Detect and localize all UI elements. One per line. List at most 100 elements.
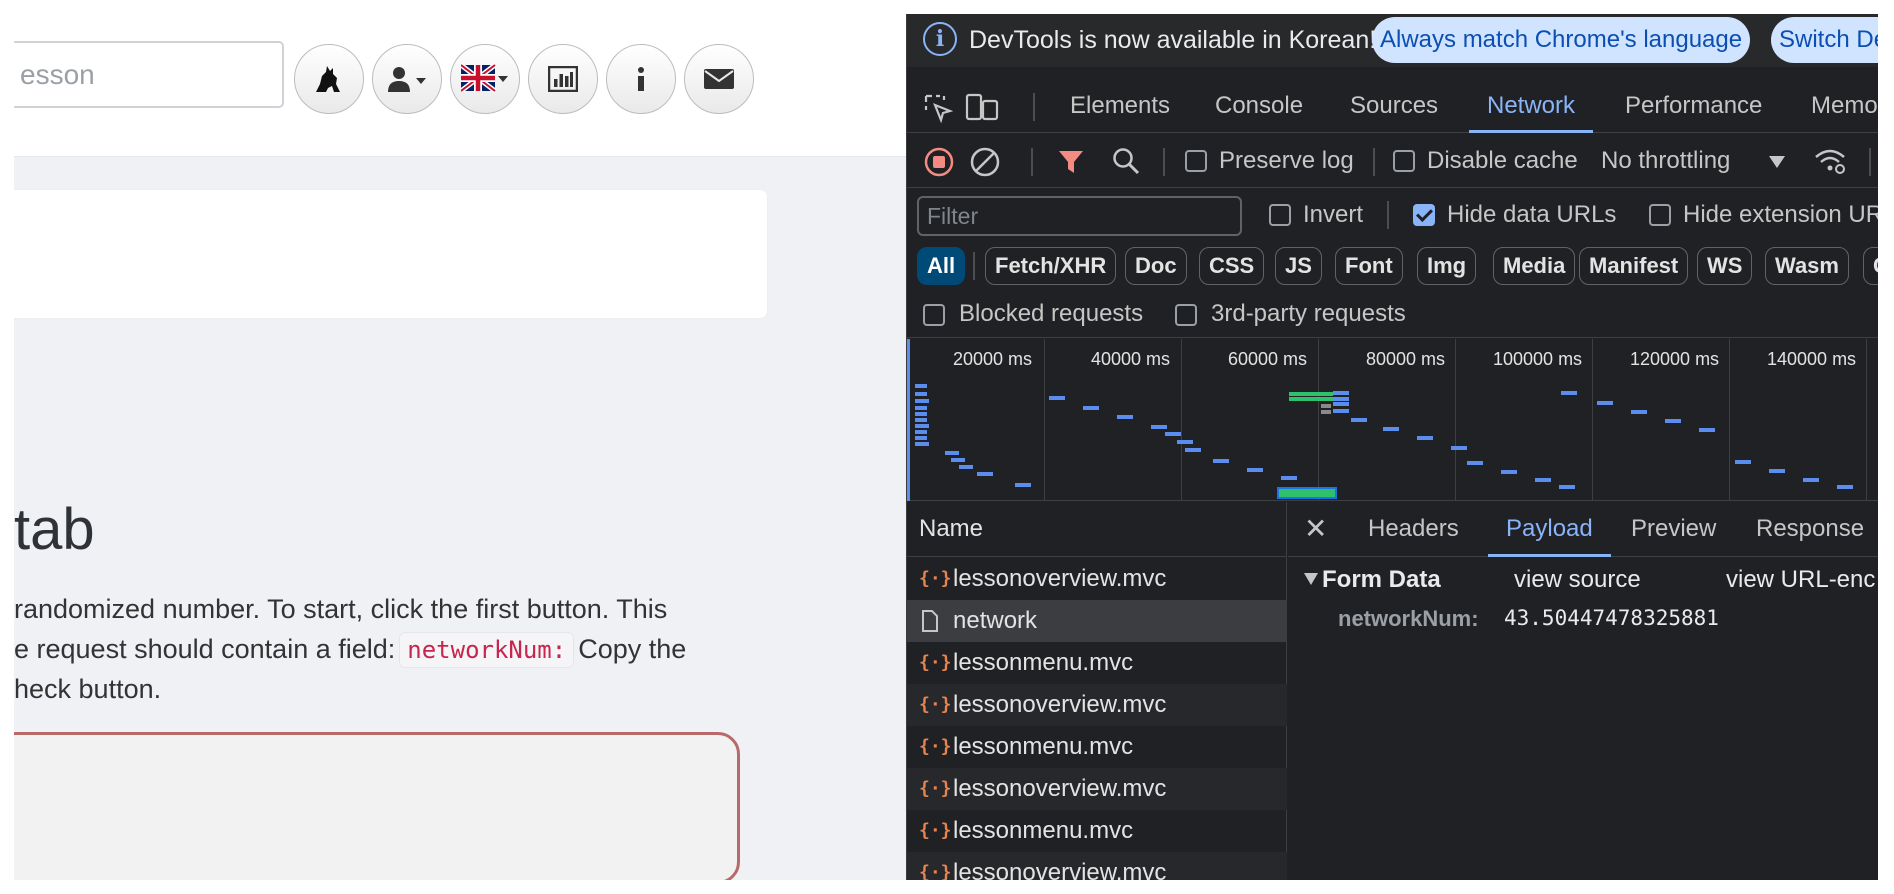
toolbar-separator-4: [1869, 148, 1871, 176]
timeline-window-handle[interactable]: [907, 339, 910, 501]
lesson-text-line-2-end: Copy the: [578, 634, 687, 664]
form-data-header[interactable]: Form Data view source view URL-enc: [1288, 560, 1878, 600]
waterfall-bar: [915, 384, 927, 388]
view-url-encoded-link[interactable]: view URL-enc: [1726, 566, 1875, 594]
waterfall-bar: [1417, 436, 1433, 440]
request-row[interactable]: {·} lessonoverview.mvc: [907, 558, 1287, 600]
type-filter-ws[interactable]: WS: [1697, 247, 1753, 285]
type-filter-media[interactable]: Media: [1493, 247, 1576, 285]
hide-data-urls-label: Hide data URLs: [1447, 201, 1617, 228]
waterfall-bar: [1631, 410, 1647, 414]
waterfall-bar: [945, 451, 959, 455]
type-filter-fetch-xhr[interactable]: Fetch/XHR: [985, 247, 1117, 285]
tab-network[interactable]: Network: [1469, 81, 1594, 133]
tab-console[interactable]: Console: [1215, 81, 1303, 133]
request-row[interactable]: {·} lessonoverview.mvc: [907, 684, 1287, 726]
xhr-braces-icon: {·}: [919, 778, 952, 799]
switch-language-button[interactable]: Switch De: [1771, 17, 1878, 63]
request-row-selected[interactable]: network: [907, 600, 1287, 642]
search-icon[interactable]: [1111, 146, 1141, 176]
clear-icon[interactable]: [969, 146, 1001, 178]
type-filter-font[interactable]: Font: [1335, 247, 1403, 285]
user-menu-button[interactable]: [372, 44, 442, 114]
tab-performance[interactable]: Performance: [1625, 81, 1762, 133]
disable-cache-checkbox[interactable]: [1393, 150, 1415, 172]
third-party-requests-checkbox[interactable]: [1175, 304, 1197, 326]
tick-line: [1318, 339, 1319, 501]
report-card-button[interactable]: [528, 44, 598, 114]
xhr-braces-icon: {·}: [919, 694, 952, 715]
waterfall-bar: [1837, 485, 1853, 489]
waterfall-bar: [1117, 415, 1133, 419]
network-conditions-icon[interactable]: [1813, 146, 1847, 176]
type-filter-all[interactable]: All: [917, 247, 966, 285]
tab-preview[interactable]: Preview: [1631, 502, 1716, 557]
view-source-link[interactable]: view source: [1514, 566, 1641, 594]
devtools-main-tabs: Elements Console Sources Network Perform…: [907, 81, 1878, 133]
about-button[interactable]: [606, 44, 676, 114]
type-filter-js[interactable]: JS: [1275, 247, 1322, 285]
tab-memory[interactable]: Memo: [1811, 81, 1878, 133]
contact-button[interactable]: [684, 44, 754, 114]
type-filter-doc[interactable]: Doc: [1125, 247, 1187, 285]
waterfall-bar: [977, 472, 993, 476]
waterfall-bar: [1321, 410, 1331, 414]
filter-row: Invert Hide data URLs Hide extension UR: [907, 189, 1878, 241]
hide-extension-urls-checkbox[interactable]: [1649, 204, 1671, 226]
waterfall-bar: [1535, 478, 1551, 482]
preserve-log-checkbox[interactable]: [1185, 150, 1207, 172]
toolbar-separator: [1031, 148, 1033, 176]
name-column-header[interactable]: Name: [907, 502, 1287, 557]
invert-label: Invert: [1303, 201, 1364, 228]
waterfall-bar: [1321, 404, 1331, 408]
request-row[interactable]: {·} lessonmenu.mvc: [907, 726, 1287, 768]
tick-line: [1592, 339, 1593, 501]
tick-line: [1866, 339, 1867, 501]
waterfall-bar: [915, 430, 927, 434]
request-row[interactable]: {·} lessonoverview.mvc: [907, 852, 1287, 880]
invert-checkbox[interactable]: [1269, 204, 1291, 226]
request-name: lessonoverview.mvc: [953, 565, 1167, 592]
hide-data-urls-checkbox[interactable]: [1413, 204, 1435, 226]
payload-field-row: networkNum: 43.50447478325881: [1288, 602, 1878, 638]
payload-field-value: 43.50447478325881: [1504, 606, 1719, 630]
toolbar-separator-3: [1373, 148, 1375, 176]
triangle-down-icon: [1304, 573, 1318, 585]
filter-input[interactable]: [917, 196, 1242, 236]
tab-headers[interactable]: Headers: [1368, 502, 1459, 557]
request-row[interactable]: {·} lessonoverview.mvc: [907, 768, 1287, 810]
waterfall-bar: [1501, 470, 1517, 474]
language-infobar: i DevTools is now available in Korean! A…: [907, 14, 1878, 67]
network-timeline-overview[interactable]: 20000 ms 40000 ms 60000 ms 80000 ms 1000…: [907, 339, 1878, 501]
request-row[interactable]: {·} lessonmenu.mvc: [907, 810, 1287, 852]
close-icon[interactable]: ✕: [1304, 515, 1327, 543]
filter-funnel-icon[interactable]: [1057, 148, 1085, 176]
stop-recording-icon[interactable]: [923, 146, 955, 178]
webgoat-logo-button[interactable]: [294, 44, 364, 114]
tab-sources[interactable]: Sources: [1350, 81, 1438, 133]
tick-line: [1455, 339, 1456, 501]
type-filter-css[interactable]: CSS: [1199, 247, 1265, 285]
blocked-requests-checkbox[interactable]: [923, 304, 945, 326]
inspect-element-icon[interactable]: [923, 93, 953, 123]
type-filter-manifest[interactable]: Manifest: [1579, 247, 1689, 285]
language-menu-button[interactable]: [450, 44, 520, 114]
tab-response[interactable]: Response: [1756, 502, 1864, 557]
type-filter-other[interactable]: C: [1863, 247, 1878, 285]
request-details: ✕ Headers Payload Preview Response Form …: [1288, 502, 1878, 880]
device-toolbar-icon[interactable]: [965, 93, 999, 123]
tick-label: 100000 ms: [1493, 349, 1583, 369]
type-filter-img[interactable]: Img: [1417, 247, 1477, 285]
match-chrome-language-button[interactable]: Always match Chrome's language: [1372, 17, 1751, 63]
bar-chart-icon: [548, 66, 578, 92]
tab-elements[interactable]: Elements: [1070, 81, 1170, 133]
lesson-search-input[interactable]: [14, 41, 284, 108]
type-filter-wasm[interactable]: Wasm: [1765, 247, 1849, 285]
tab-payload[interactable]: Payload: [1488, 502, 1611, 557]
waterfall-bar: [951, 458, 965, 462]
request-row[interactable]: {·} lessonmenu.mvc: [907, 642, 1287, 684]
xhr-braces-icon: {·}: [919, 568, 952, 589]
tick-label: 80000 ms: [1366, 349, 1446, 369]
details-tabs: ✕ Headers Payload Preview Response: [1288, 502, 1878, 557]
throttling-select[interactable]: No throttling: [1601, 147, 1730, 175]
